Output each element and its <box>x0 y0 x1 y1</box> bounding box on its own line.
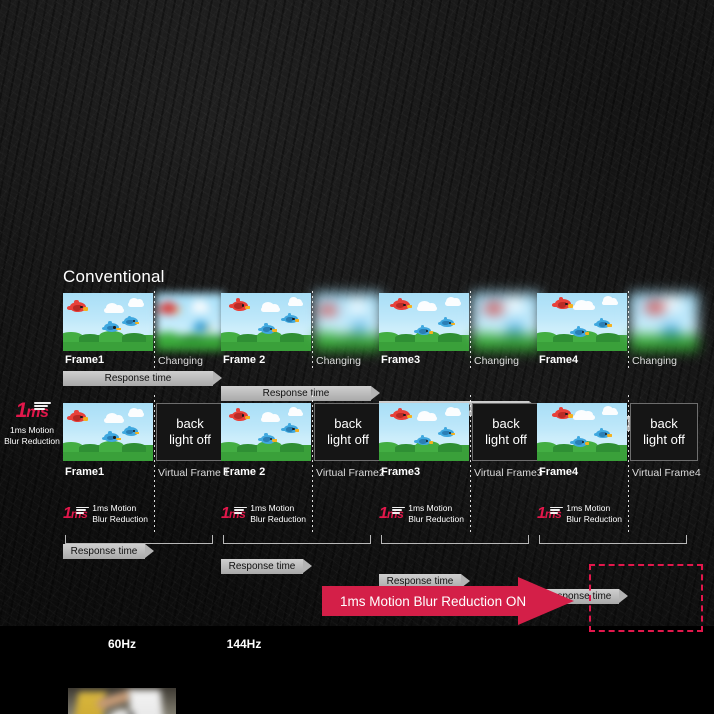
conventional-changing-1-image <box>156 293 224 351</box>
mbr-badge-line1-2: 1ms Motion <box>250 503 295 513</box>
mbr-backlight-off-box-2: back light off <box>314 403 382 461</box>
mbr-badge-logo-4-icon: 1ms <box>537 504 564 522</box>
mbr-backlight-off-box-3: back light off <box>472 403 540 461</box>
mbr-bracket-3 <box>381 535 529 544</box>
mbr-logo-icon: 1ms <box>15 399 52 422</box>
conventional-frame-4-label: Frame4 <box>539 354 579 366</box>
mbr-frame-2-label: Frame 2 <box>223 466 266 478</box>
banner-arrow-head-icon <box>518 577 574 625</box>
conventional-frame-2-image <box>221 293 311 351</box>
diagram-canvas: Conventional Frame1 Changing Response ti… <box>0 0 714 714</box>
mbr-frame-3-image <box>379 403 469 461</box>
mbr-frame-3-label: Frame3 <box>381 466 421 478</box>
mbr-backlight-line1-1: back <box>176 415 204 431</box>
mbr-response-bar-1: Response time <box>63 544 154 559</box>
mbr-frame-1-label: Frame1 <box>65 466 105 478</box>
conventional-frame-3-image <box>379 293 469 351</box>
mbr-backlight-line2-2: light off <box>327 432 369 447</box>
mbr-frame-4-image <box>537 403 627 461</box>
soccer-label-144hz: 144Hz <box>226 637 262 651</box>
mbr-logo-streaks-icon <box>34 402 52 411</box>
conventional-changing-1-label: Changing <box>158 355 203 367</box>
conventional-section-title: Conventional <box>63 267 165 286</box>
conventional-frame-2-label: Frame 2 <box>223 354 266 366</box>
mbr-left-badge-line2: Blur Reduction <box>4 435 60 446</box>
conventional-frame-3-label: Frame3 <box>381 354 421 366</box>
mbr-virtual-frame-4-label: Virtual Frame4 <box>632 467 701 479</box>
conventional-divider-4 <box>628 291 629 369</box>
mbr-badge-streaks-2-icon <box>234 506 248 515</box>
mbr-bracket-2 <box>223 535 371 544</box>
mbr-badge-3: 1ms 1ms Motion Blur Reduction <box>379 503 499 524</box>
mbr-badge-1: 1ms 1ms Motion Blur Reduction <box>63 503 183 524</box>
mbr-backlight-off-box-4: back light off <box>630 403 698 461</box>
mbr-badge-2: 1ms 1ms Motion Blur Reduction <box>221 503 341 524</box>
mbr-left-badge-line1: 1ms Motion <box>10 425 54 435</box>
mbr-frame-4-label: Frame4 <box>539 466 579 478</box>
mbr-badge-logo-one-3: 1 <box>379 504 388 522</box>
conventional-changing-2-label: Changing <box>316 355 361 367</box>
mbr-badge-line2-1: Blur Reduction <box>92 513 149 524</box>
mbr-badge-line1-3: 1ms Motion <box>408 503 453 513</box>
mbr-frame-2-image <box>221 403 311 461</box>
mbr-badge-line1-4: 1ms Motion <box>566 503 611 513</box>
mbr-logo-one: 1 <box>15 399 28 422</box>
conventional-changing-2-image <box>314 293 382 351</box>
mbr-bracket-1 <box>65 535 213 544</box>
mbr-badge-logo-3-icon: 1ms <box>379 504 406 522</box>
mbr-virtual-frame-1-label: Virtual Frame 1 <box>158 467 230 479</box>
mbr-backlight-line1-2: back <box>334 415 362 431</box>
conventional-changing-4-image <box>630 293 698 351</box>
conventional-changing-3-image <box>472 293 540 351</box>
conventional-changing-3-label: Changing <box>474 355 519 367</box>
mbr-backlight-line2-3: light off <box>485 432 527 447</box>
mbr-badge-streaks-1-icon <box>76 506 90 515</box>
conventional-divider-3 <box>470 291 471 369</box>
mbr-badge-line2-3: Blur Reduction <box>408 513 465 524</box>
mbr-badge-line2-4: Blur Reduction <box>566 513 623 524</box>
mbr-badge-logo-one-4: 1 <box>537 504 546 522</box>
mbr-bracket-4 <box>539 535 687 544</box>
mbr-backlight-off-box-1: back light off <box>156 403 224 461</box>
mbr-virtual-frame-2-label: Virtual Frame2 <box>316 467 385 479</box>
banner-label: 1ms Motion Blur Reduction ON <box>340 593 527 609</box>
mbr-on-banner: 1ms Motion Blur Reduction ON <box>322 577 574 625</box>
mbr-badge-line2-2: Blur Reduction <box>250 513 307 524</box>
mbr-backlight-line2-1: light off <box>169 432 211 447</box>
mbr-left-badge: 1ms 1ms Motion Blur Reduction <box>2 400 62 446</box>
conventional-response-bar-1: Response time <box>63 371 222 386</box>
mbr-response-bar-2: Response time <box>221 559 312 574</box>
conventional-frame-4-image <box>537 293 627 351</box>
mbr-backlight-line1-4: back <box>650 415 678 431</box>
conventional-frame-1-label: Frame1 <box>65 354 105 366</box>
mbr-badge-logo-1-icon: 1ms <box>63 504 90 522</box>
mbr-backlight-line2-4: light off <box>643 432 685 447</box>
conventional-frame-1-image <box>63 293 153 351</box>
conventional-changing-4-label: Changing <box>632 355 677 367</box>
mbr-badge-streaks-3-icon <box>392 506 406 515</box>
conventional-divider-1 <box>154 291 155 369</box>
conventional-response-bar-2: Response time <box>221 386 380 401</box>
mbr-badge-streaks-4-icon <box>550 506 564 515</box>
soccer-label-60hz: 60Hz <box>107 637 136 651</box>
soccer-photo-highlight-border <box>589 564 703 632</box>
soccer-photo-60hz <box>68 688 176 714</box>
mbr-badge-line1-1: 1ms Motion <box>92 503 137 513</box>
mbr-badge-logo-2-icon: 1ms <box>221 504 248 522</box>
conventional-divider-2 <box>312 291 313 369</box>
mbr-backlight-line1-3: back <box>492 415 520 431</box>
mbr-badge-logo-one-2: 1 <box>221 504 230 522</box>
mbr-badge-4: 1ms 1ms Motion Blur Reduction <box>537 503 657 524</box>
mbr-badge-logo-one-1: 1 <box>63 504 72 522</box>
mbr-frame-1-image <box>63 403 153 461</box>
mbr-virtual-frame-3-label: Virtual Frame3 <box>474 467 543 479</box>
